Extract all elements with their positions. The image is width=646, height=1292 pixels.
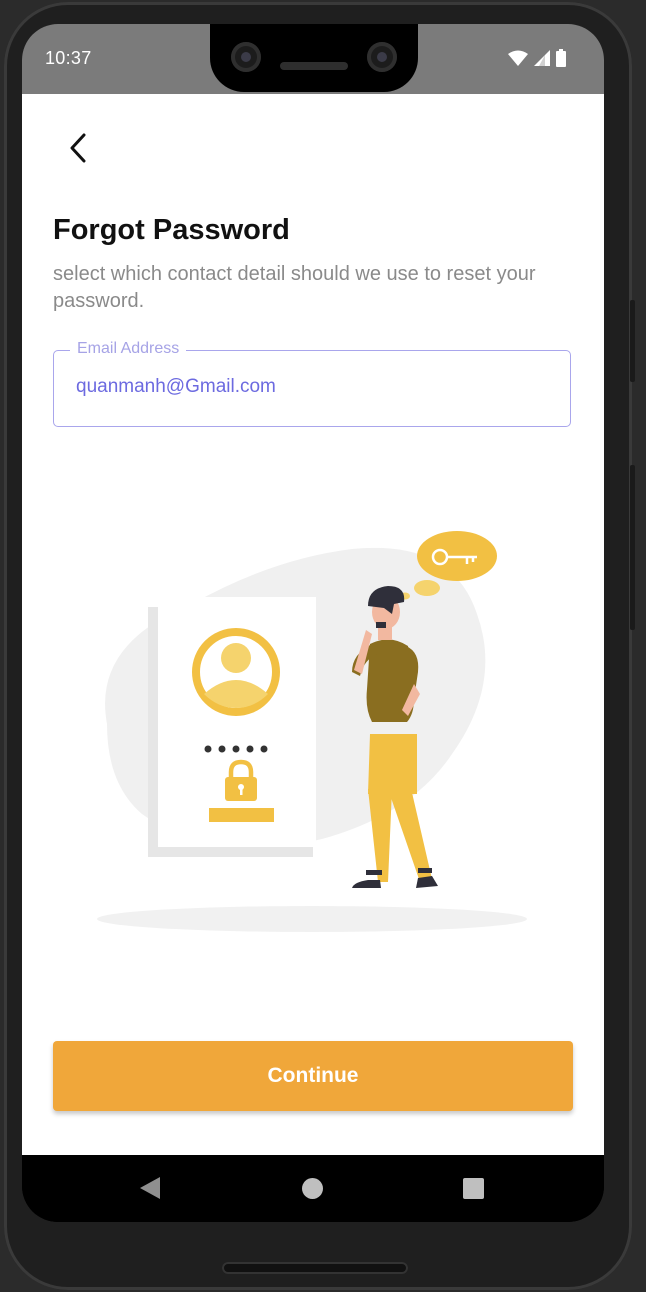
nav-home-button[interactable] bbox=[302, 1178, 323, 1204]
front-camera-right bbox=[367, 42, 397, 72]
email-field-value[interactable]: quanmanh@Gmail.com bbox=[76, 376, 276, 398]
forgot-password-screen: Forgot Password select which contact det… bbox=[22, 94, 604, 1155]
status-bar: 10:37 bbox=[22, 24, 604, 94]
front-camera-left bbox=[231, 42, 261, 72]
bottom-speaker-grille bbox=[222, 1262, 408, 1274]
submit-bar bbox=[209, 808, 274, 822]
screen: 10:37 Forgot Password select which conta… bbox=[22, 24, 604, 1222]
earpiece-speaker bbox=[280, 62, 348, 70]
recents-square-icon bbox=[463, 1178, 484, 1199]
nav-back-button[interactable] bbox=[140, 1177, 160, 1204]
back-button[interactable] bbox=[54, 124, 102, 172]
ground-shadow bbox=[97, 906, 527, 932]
page-title: Forgot Password bbox=[53, 214, 290, 246]
page-subtitle: select which contact detail should we us… bbox=[53, 263, 536, 312]
wifi-icon bbox=[508, 50, 528, 66]
camera-notch bbox=[210, 24, 418, 92]
home-circle-icon bbox=[302, 1178, 323, 1199]
email-field[interactable]: Email Address quanmanh@Gmail.com bbox=[53, 340, 571, 427]
profile-avatar-icon bbox=[192, 628, 280, 716]
volume-button bbox=[630, 300, 635, 382]
status-time: 10:37 bbox=[45, 48, 92, 68]
system-navigation-bar bbox=[22, 1155, 604, 1222]
forgot-password-illustration bbox=[97, 531, 527, 932]
power-button bbox=[630, 465, 635, 630]
continue-button[interactable]: Continue bbox=[53, 1041, 573, 1111]
back-triangle-icon bbox=[140, 1177, 160, 1199]
email-field-label: Email Address bbox=[70, 340, 187, 358]
phone-frame: 10:37 Forgot Password select which conta… bbox=[0, 0, 646, 1292]
battery-icon bbox=[556, 49, 566, 67]
signal-icon bbox=[534, 50, 550, 66]
nav-recents-button[interactable] bbox=[463, 1178, 484, 1204]
status-icons bbox=[508, 49, 566, 67]
chevron-left-icon bbox=[70, 133, 86, 163]
